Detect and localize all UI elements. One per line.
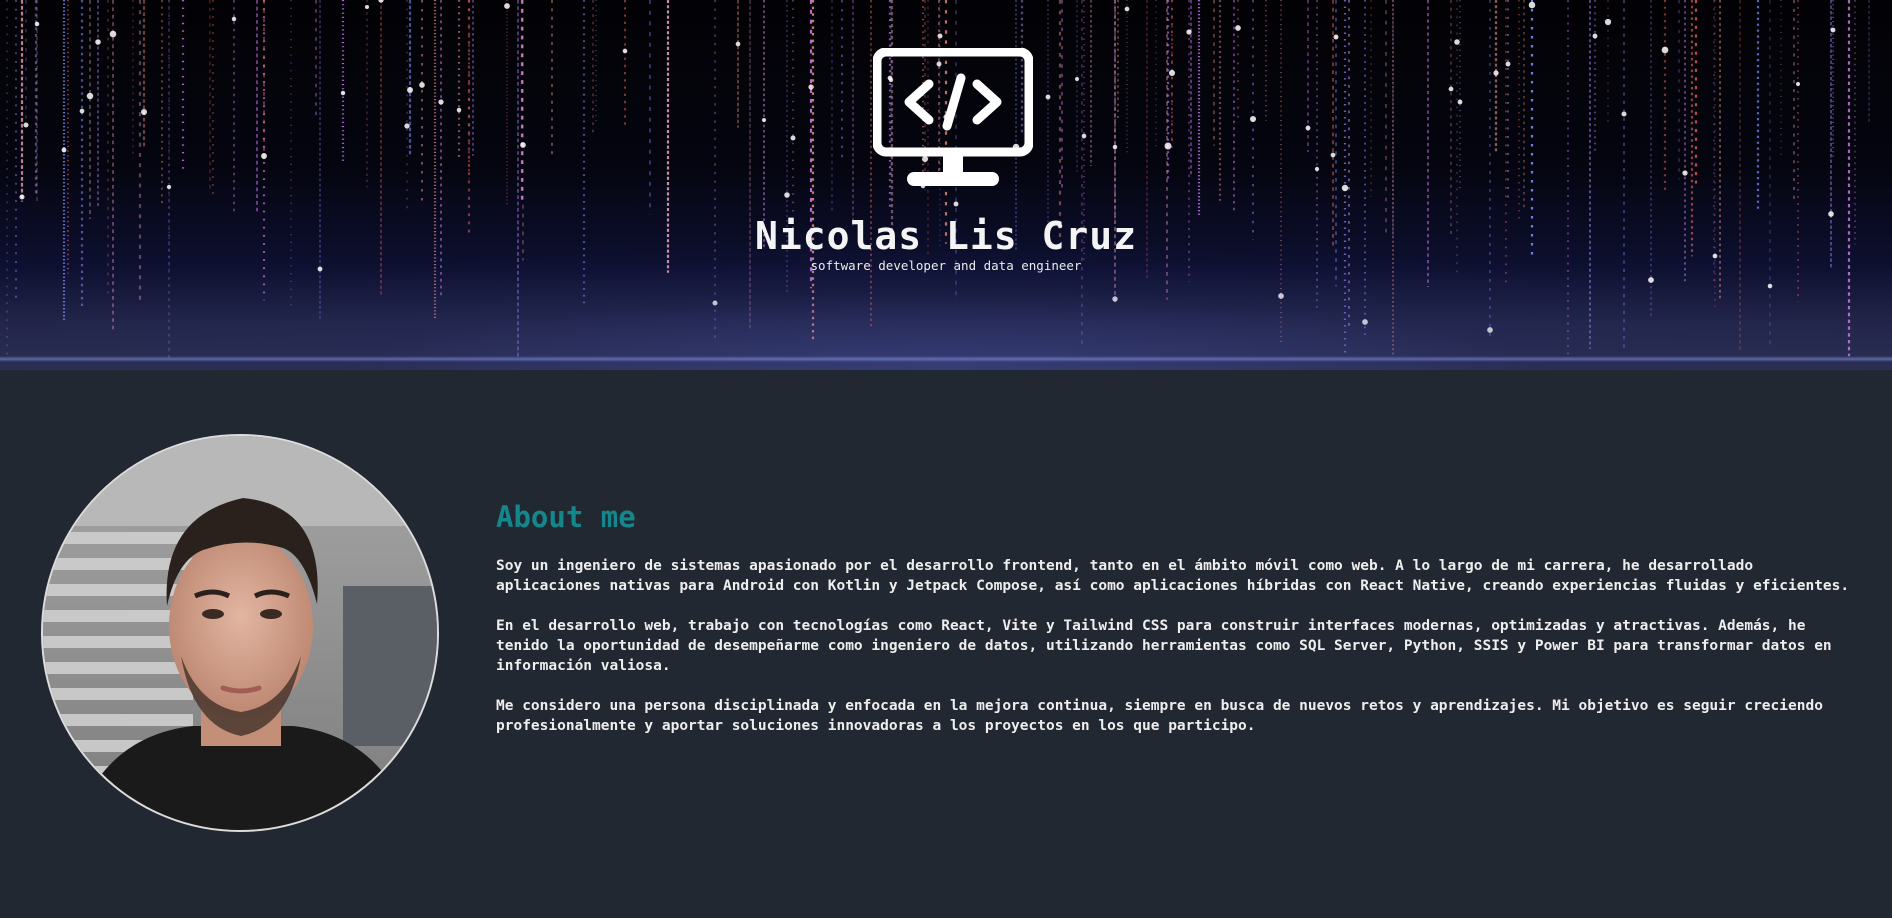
about-paragraph-3: Me considero una persona disciplinada y … [496, 698, 1823, 734]
hero-content: Nicolas Lis Cruz software developer and … [0, 0, 1892, 370]
about-section: About me Soy un ingeniero de sistemas ap… [496, 500, 1856, 756]
owner-subtitle: software developer and data engineer [810, 258, 1082, 273]
about-title: About me [496, 500, 636, 534]
portfolio-page: Nicolas Lis Cruz software developer and … [0, 0, 1892, 918]
about-paragraph-2: En el desarrollo web, trabajo con tecnol… [496, 618, 1832, 674]
about-paragraph-1: Soy un ingeniero de sistemas apasionado … [496, 558, 1850, 594]
profile-photo [41, 434, 439, 832]
owner-name: Nicolas Lis Cruz [754, 214, 1138, 258]
hero-header: Nicolas Lis Cruz software developer and … [0, 0, 1892, 370]
monitor-code-icon [873, 48, 1033, 186]
